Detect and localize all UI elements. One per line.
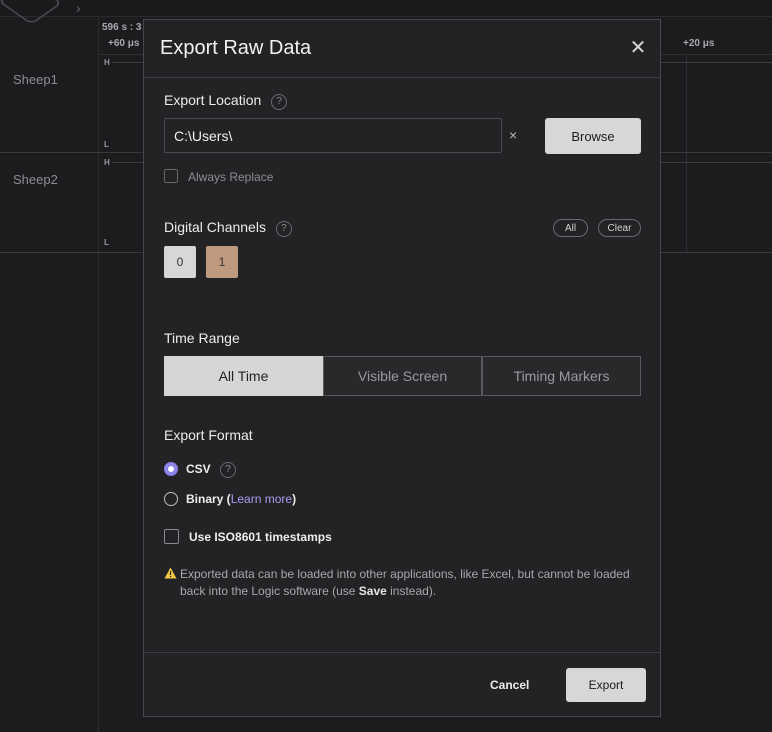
channel-0-toggle[interactable]: 0 bbox=[164, 246, 196, 278]
time-range-all-time[interactable]: All Time bbox=[164, 356, 323, 396]
channel-name: Sheep2 bbox=[13, 172, 58, 187]
always-replace-label: Always Replace bbox=[188, 170, 274, 184]
warning-icon bbox=[164, 567, 177, 579]
help-icon[interactable]: ? bbox=[271, 94, 288, 110]
cancel-button[interactable]: Cancel bbox=[484, 677, 535, 693]
export-button[interactable]: Export bbox=[566, 668, 646, 702]
time-range-selector: All Time Visible Screen Timing Markers bbox=[164, 356, 641, 396]
dialog-title: Export Raw Data bbox=[160, 37, 312, 59]
export-path-input[interactable] bbox=[164, 118, 502, 153]
channel-1-toggle[interactable]: 1 bbox=[206, 246, 238, 278]
csv-radio[interactable] bbox=[164, 462, 178, 476]
csv-label: CSV bbox=[186, 462, 211, 476]
high-marker: H bbox=[104, 158, 110, 167]
export-location-title: Export Location ? bbox=[164, 92, 288, 110]
iso8601-checkbox[interactable] bbox=[164, 529, 179, 544]
time-range-title: Time Range bbox=[164, 330, 240, 346]
csv-option: CSV ? bbox=[186, 462, 237, 478]
binary-label: Binary ( bbox=[186, 492, 231, 506]
low-marker: L bbox=[104, 140, 109, 149]
digital-channels-title: Digital Channels ? bbox=[164, 219, 292, 237]
timeline-tick-plus20: +20 μs bbox=[683, 38, 715, 49]
help-icon[interactable]: ? bbox=[275, 221, 292, 237]
iso8601-label: Use ISO8601 timestamps bbox=[189, 530, 332, 544]
clear-path-icon[interactable]: × bbox=[509, 127, 517, 143]
top-bar bbox=[0, 0, 772, 17]
export-format-title: Export Format bbox=[164, 427, 253, 443]
binary-option: Binary (Learn more) bbox=[186, 492, 296, 506]
warning-save-word: Save bbox=[358, 584, 387, 598]
dialog-header: Export Raw Data ✕ bbox=[144, 20, 660, 78]
learn-more-link[interactable]: Learn more bbox=[231, 492, 292, 506]
channel-name: Sheep1 bbox=[13, 72, 58, 87]
time-range-visible-screen[interactable]: Visible Screen bbox=[323, 356, 482, 396]
close-icon[interactable]: ✕ bbox=[628, 38, 648, 58]
export-raw-data-dialog: Export Raw Data ✕ Export Location ? × Br… bbox=[143, 19, 661, 717]
timeline-tick-plus60: +60 μs bbox=[108, 38, 140, 49]
time-range-timing-markers[interactable]: Timing Markers bbox=[482, 356, 641, 396]
footer-divider bbox=[144, 652, 660, 653]
export-location-label: Export Location bbox=[164, 92, 262, 108]
binary-label-suffix: ) bbox=[292, 492, 297, 506]
browse-button[interactable]: Browse bbox=[545, 118, 641, 154]
clear-channels-button[interactable]: Clear bbox=[598, 219, 641, 237]
warning-text: Exported data can be loaded into other a… bbox=[180, 566, 630, 600]
warning-text-part2: instead). bbox=[386, 584, 437, 598]
high-marker: H bbox=[104, 58, 110, 67]
chevron-right-icon[interactable]: › bbox=[76, 0, 81, 16]
always-replace-checkbox[interactable] bbox=[164, 169, 178, 183]
timeline-tick-start: 596 s : 3 bbox=[102, 22, 142, 33]
binary-radio[interactable] bbox=[164, 492, 178, 506]
low-marker: L bbox=[104, 238, 109, 247]
digital-channels-label: Digital Channels bbox=[164, 219, 266, 235]
select-all-channels-button[interactable]: All bbox=[553, 219, 588, 237]
help-icon[interactable]: ? bbox=[220, 462, 237, 478]
